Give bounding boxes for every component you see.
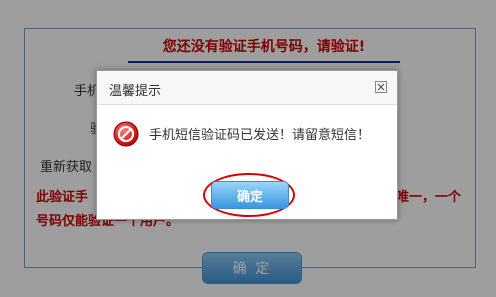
dialog-title: 温馨提示 bbox=[109, 84, 162, 99]
close-icon[interactable] bbox=[375, 81, 387, 93]
ok-button[interactable]: 确定 bbox=[211, 181, 289, 209]
dialog-message: 手机短信验证码已发送！请留意短信！ bbox=[149, 128, 371, 143]
notice-dialog: 温馨提示 手机短信验证码已发送！请留意短信！ 确定 bbox=[96, 70, 398, 220]
stop-icon bbox=[113, 121, 139, 147]
dialog-header: 温馨提示 bbox=[97, 71, 397, 105]
